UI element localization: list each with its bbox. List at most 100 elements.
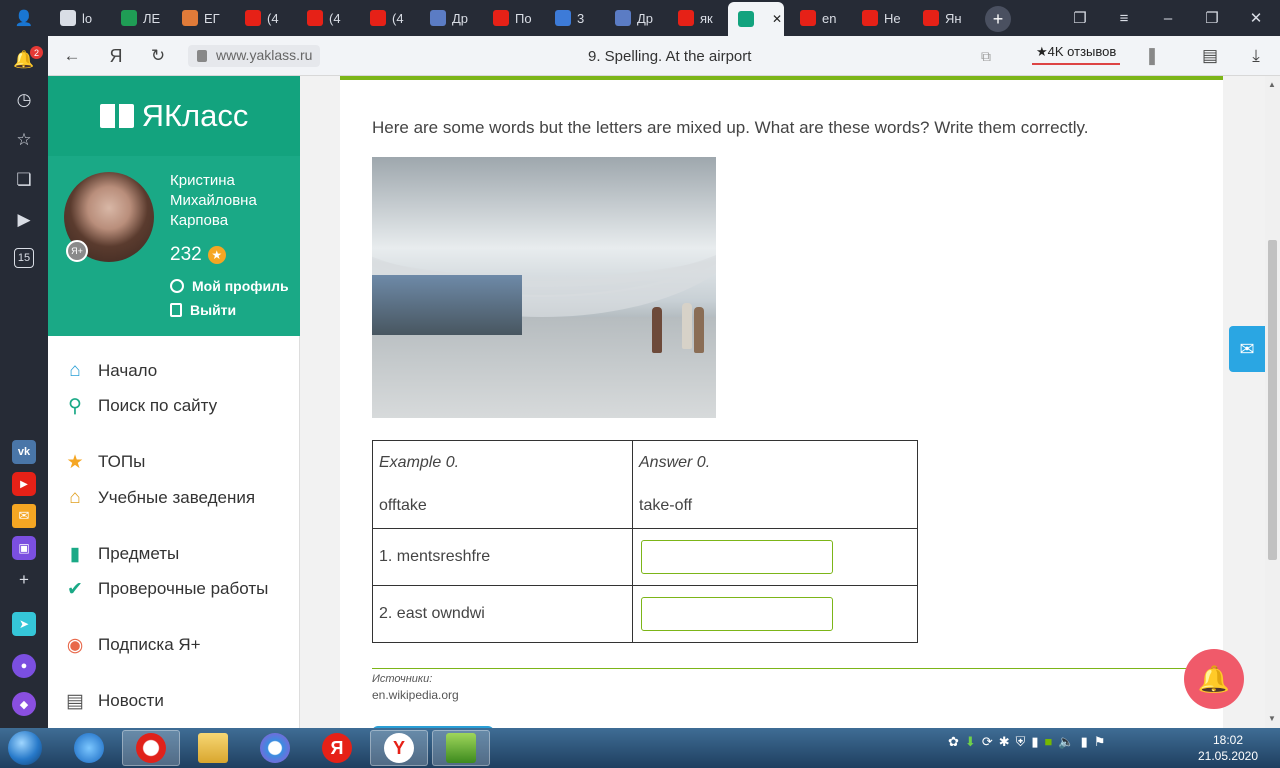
browser-tab[interactable]: (4	[360, 4, 420, 32]
mail-icon[interactable]: ✉	[12, 504, 36, 528]
taskbar-opera[interactable]	[122, 730, 180, 766]
sidebar-item-7[interactable]: ◉ Подписка Я+	[64, 634, 201, 656]
tray-bluetooth-icon[interactable]: ✱	[999, 734, 1010, 750]
youtube-icon[interactable]: ▶	[12, 472, 36, 496]
tray-flag-icon[interactable]: ⚑	[1094, 734, 1106, 750]
site-sidebar: ЯКласс Я+ Кристина Михайловна Карпова 23…	[48, 76, 300, 728]
feedback-mail-button[interactable]: ✉	[1229, 326, 1265, 372]
new-tab-button[interactable]: +	[985, 6, 1011, 32]
browser-tab-bar: 👤 lo ЛЕ ЕГ (4 (4 (4 Др По 3 Др як ✕ en Не Ян + ❐ ≡ – ❐…	[0, 0, 1280, 36]
tab-label: По	[515, 10, 532, 26]
browser-tab[interactable]: ✕	[728, 2, 784, 36]
points-value: 232	[170, 244, 202, 265]
close-tab-icon[interactable]: ✕	[772, 12, 782, 26]
download-icon[interactable]: ⤓	[1244, 44, 1268, 68]
taskbar-yandex-browser[interactable]: Я	[308, 730, 366, 766]
taskbar-explorer[interactable]	[184, 730, 242, 766]
assistant-icon[interactable]: ●	[12, 654, 36, 678]
sidebar-item-5[interactable]: ▮ Предметы	[64, 543, 180, 565]
browser-tab[interactable]: Др	[605, 4, 665, 32]
tab-label: en	[822, 10, 837, 26]
browser-tab[interactable]: По	[483, 4, 543, 32]
tabs-overview-icon[interactable]: ❐	[1068, 6, 1092, 30]
copy-link-icon[interactable]: ⧉	[974, 44, 998, 68]
user-icon[interactable]: 👤	[12, 6, 36, 30]
browser-tab[interactable]: Ян	[913, 4, 973, 32]
add-panel-icon[interactable]: +	[12, 568, 36, 592]
back-arrow-icon[interactable]: ←	[60, 44, 84, 68]
clock-date: 21.05.2020	[1197, 749, 1259, 763]
sidebar-item-8[interactable]: ▤ Новости	[64, 690, 164, 712]
messenger-icon[interactable]: ▣	[12, 536, 36, 560]
tray-nvidia-icon[interactable]: ■	[1045, 734, 1053, 750]
youtube-icon	[370, 10, 386, 26]
page-scrollbar[interactable]: ▲ ▼	[1265, 76, 1280, 728]
answer-input-2[interactable]	[641, 597, 833, 631]
sidebar-item-2[interactable]: ⚲ Поиск по сайту	[64, 395, 217, 417]
taskbar-ie[interactable]	[60, 730, 118, 766]
sidebar-item-label: Начало	[98, 361, 158, 380]
browser-tab[interactable]: Не	[852, 4, 910, 32]
taskbar-clock[interactable]: 18:02 21.05.2020	[1196, 732, 1260, 764]
restore-button[interactable]: ❐	[1200, 6, 1224, 30]
sources-value[interactable]: en.wikipedia.org	[372, 688, 459, 702]
reviews-badge[interactable]: ★4K отзывов	[1032, 44, 1121, 65]
bookmarks-star-icon[interactable]: ☆	[12, 128, 36, 152]
sidebar-item-label: ТОПы	[98, 452, 146, 471]
logout-link[interactable]: Выйти	[170, 302, 236, 318]
browser-tab[interactable]: en	[790, 4, 850, 32]
exercise-content: Here are some words but the letters are …	[340, 76, 1223, 728]
minimize-button[interactable]: –	[1156, 6, 1180, 30]
browser-tab[interactable]: як	[668, 4, 726, 32]
lock-icon	[197, 50, 207, 62]
browser-tab[interactable]: Др	[420, 4, 480, 32]
browser-tab[interactable]: ЕГ	[172, 4, 232, 32]
sidebar-item-1[interactable]: ⌂ Начало	[64, 360, 157, 382]
counter-badge[interactable]: 15	[14, 248, 34, 268]
tray-volume-icon[interactable]: 🔈	[1058, 734, 1074, 750]
close-window-button[interactable]: ✕	[1244, 6, 1268, 30]
browser-tab[interactable]: ЛЕ	[111, 4, 171, 32]
yandex-icon	[678, 10, 694, 26]
alice-icon[interactable]: ◆	[12, 692, 36, 716]
browser-tab[interactable]: lo	[50, 4, 110, 32]
browser-tab[interactable]: (4	[235, 4, 295, 32]
notifications-bell-button[interactable]: 🔔	[1184, 649, 1244, 709]
site-logo[interactable]: ЯКласс	[48, 76, 300, 156]
itunes-icon	[260, 733, 290, 763]
traveler-figure	[652, 307, 662, 353]
tray-security-icon[interactable]: ⛨	[1016, 734, 1026, 750]
taskbar-itunes[interactable]	[246, 730, 304, 766]
start-button[interactable]	[4, 730, 46, 766]
tray-signal-icon[interactable]: ▮	[1031, 734, 1038, 750]
browser-tab[interactable]: (4	[297, 4, 357, 32]
tray-network-icon[interactable]: ▮	[1081, 734, 1088, 750]
url-field[interactable]: www.yaklass.ru	[188, 45, 321, 67]
my-profile-link[interactable]: Мой профиль	[170, 278, 289, 294]
taskbar-yandex[interactable]: Y	[370, 730, 428, 766]
answer-input-1[interactable]	[641, 540, 833, 574]
history-icon[interactable]: ◷	[12, 88, 36, 112]
send-icon[interactable]: ➤	[12, 612, 36, 636]
video-icon[interactable]: ▶	[12, 208, 36, 232]
tray-sync-icon[interactable]: ⟳	[982, 734, 993, 750]
prompt-2: 2. east owndwi	[372, 585, 633, 643]
collections-icon[interactable]: ❏	[12, 168, 36, 192]
taskbar-network[interactable]	[432, 730, 490, 766]
reload-icon[interactable]: ↻	[146, 44, 170, 68]
scrollbar-thumb[interactable]	[1268, 240, 1277, 560]
chat-icon[interactable]: ▤	[1198, 44, 1222, 68]
scroll-up-arrow-icon[interactable]: ▲	[1268, 80, 1276, 89]
yandex-icon	[862, 10, 878, 26]
menu-icon[interactable]: ≡	[1112, 6, 1136, 30]
browser-tab[interactable]: 3	[545, 4, 603, 32]
sidebar-item-3[interactable]: ★ ТОПы	[64, 451, 145, 473]
bookmark-icon[interactable]: ❚	[1140, 44, 1164, 68]
tray-flower-icon[interactable]: ✿	[948, 734, 959, 750]
sidebar-item-6[interactable]: ✔ Проверочные работы	[64, 578, 268, 600]
yandex-icon[interactable]: Я	[104, 44, 128, 68]
vk-icon[interactable]: vk	[12, 440, 36, 464]
sidebar-item-4[interactable]: ⌂ Учебные заведения	[64, 487, 255, 509]
tray-download-icon[interactable]: ⬇	[965, 734, 976, 750]
scroll-down-arrow-icon[interactable]: ▼	[1268, 714, 1276, 723]
